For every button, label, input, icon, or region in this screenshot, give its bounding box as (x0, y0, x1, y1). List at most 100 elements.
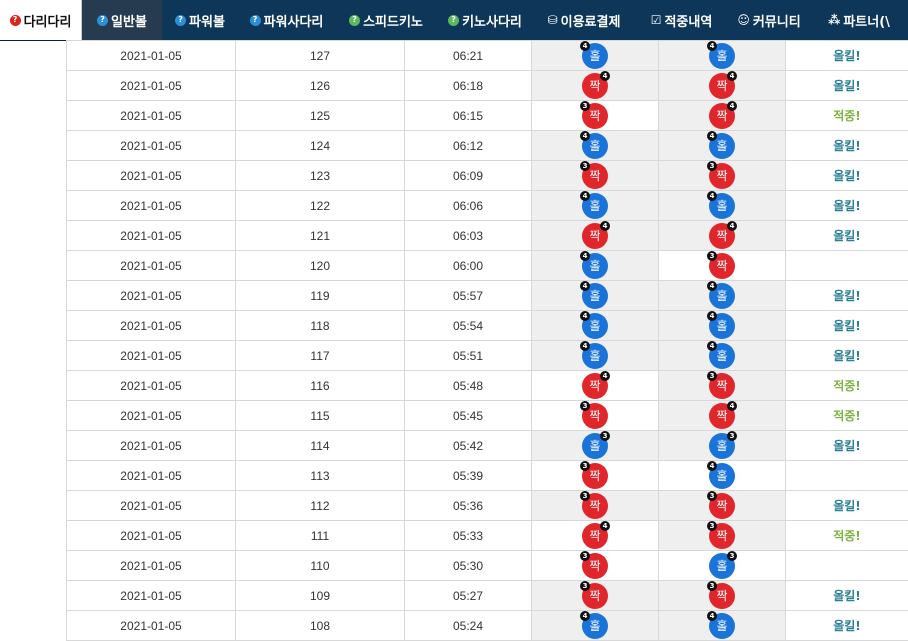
question-icon: ? (97, 15, 108, 26)
table-row: 2021-01-0512306:09짝3짝3올킬! (67, 161, 908, 191)
ball-label: 짝 (589, 469, 600, 483)
odd-ball-icon: 홀4 (582, 133, 608, 159)
line-count-badge: 4 (580, 251, 590, 261)
result-cell: 올킬! (786, 161, 908, 191)
round-cell: 127 (236, 41, 405, 71)
nav-tab-0[interactable]: ?다리다리 (0, 0, 82, 40)
result-label: 적중! (833, 529, 861, 543)
table-row: 2021-01-0512206:06홀4홀4올킬! (67, 191, 908, 221)
result-label: 올킬! (833, 619, 861, 633)
table-row: 2021-01-0511205:36짝3짝3올킬! (67, 491, 908, 521)
nav-tab-2[interactable]: ?파워볼 (162, 0, 238, 40)
nav-tab-7[interactable]: ☑적중내역 (635, 0, 728, 40)
ball-label: 홀 (716, 199, 727, 213)
even-ball-icon: 짝4 (709, 223, 735, 249)
ball-label: 짝 (716, 409, 727, 423)
ball-label: 짝 (589, 409, 600, 423)
even-ball-icon: 짝4 (582, 373, 608, 399)
date-cell: 2021-01-05 (67, 131, 236, 161)
line-count-badge: 4 (707, 281, 717, 291)
ball-label: 홀 (589, 349, 600, 363)
ball-label: 짝 (716, 589, 727, 603)
round-cell: 111 (236, 521, 405, 551)
nav-tab-9[interactable]: ⁂파트너(\ (810, 0, 908, 40)
time-cell: 06:18 (405, 71, 532, 101)
line-count-badge: 4 (707, 41, 717, 51)
time-cell: 05:51 (405, 341, 532, 371)
pick-cell-1: 홀4 (532, 311, 659, 341)
date-cell: 2021-01-05 (67, 581, 236, 611)
nav-tab-label: 파워볼 (189, 11, 225, 30)
pick-cell-1: 홀3 (532, 431, 659, 461)
nav-tab-label: 파트너(\ (843, 11, 890, 30)
odd-ball-icon: 홀4 (709, 613, 735, 639)
pick-cell-1: 짝3 (532, 161, 659, 191)
nav-tab-8[interactable]: ☺커뮤니티 (728, 0, 810, 40)
date-cell: 2021-01-05 (67, 311, 236, 341)
odd-ball-icon: 홀4 (582, 343, 608, 369)
time-cell: 05:27 (405, 581, 532, 611)
line-count-badge: 4 (707, 341, 717, 351)
result-label: 올킬! (833, 199, 861, 213)
time-cell: 06:09 (405, 161, 532, 191)
pick-cell-1: 짝3 (532, 491, 659, 521)
odd-ball-icon: 홀4 (709, 193, 735, 219)
round-cell: 110 (236, 551, 405, 581)
nav-tab-6[interactable]: ⛁이용료결제 (533, 0, 635, 40)
odd-ball-icon: 홀4 (582, 613, 608, 639)
date-cell: 2021-01-05 (67, 341, 236, 371)
ball-label: 짝 (716, 259, 727, 273)
pick-cell-2: 홀4 (659, 611, 786, 641)
line-count-badge: 4 (580, 131, 590, 141)
pick-cell-1: 짝3 (532, 101, 659, 131)
ball-label: 홀 (716, 349, 727, 363)
odd-ball-icon: 홀3 (709, 553, 735, 579)
ball-label: 홀 (589, 439, 600, 453)
question-icon: ? (10, 15, 21, 26)
date-cell: 2021-01-05 (67, 101, 236, 131)
ball-label: 짝 (589, 529, 600, 543)
results-table-body: 2021-01-0512706:21홀4홀4올킬!2021-01-0512606… (67, 41, 908, 641)
round-cell: 116 (236, 371, 405, 401)
ball-label: 짝 (716, 529, 727, 543)
line-count-badge: 3 (580, 491, 590, 501)
nav-tab-4[interactable]: ?스피드키노 (335, 0, 437, 40)
pick-cell-2: 짝4 (659, 71, 786, 101)
result-cell: 올킬! (786, 191, 908, 221)
even-ball-icon: 짝3 (709, 523, 735, 549)
pick-cell-2: 짝3 (659, 251, 786, 281)
pick-cell-1: 홀4 (532, 251, 659, 281)
line-count-badge: 3 (580, 101, 590, 111)
line-count-badge: 3 (580, 161, 590, 171)
pick-cell-1: 짝3 (532, 461, 659, 491)
even-ball-icon: 짝3 (582, 553, 608, 579)
pick-cell-2: 홀4 (659, 131, 786, 161)
result-label: 올킬! (833, 319, 861, 333)
time-cell: 05:36 (405, 491, 532, 521)
line-count-badge: 4 (600, 71, 610, 81)
pick-cell-2: 짝4 (659, 101, 786, 131)
nav-tab-3[interactable]: ?파워사다리 (238, 0, 335, 40)
table-row: 2021-01-0510805:24홀4홀4올킬! (67, 611, 908, 641)
nav-tab-5[interactable]: ?키노사다리 (437, 0, 533, 40)
line-count-badge: 4 (580, 191, 590, 201)
odd-ball-icon: 홀4 (709, 283, 735, 309)
nav-tab-1[interactable]: ?일반볼 (82, 0, 162, 40)
even-ball-icon: 짝3 (709, 373, 735, 399)
ball-label: 짝 (716, 229, 727, 243)
pick-cell-1: 홀4 (532, 41, 659, 71)
pick-cell-2: 짝3 (659, 371, 786, 401)
result-label: 적중! (833, 409, 861, 423)
table-row: 2021-01-0511805:54홀4홀4올킬! (67, 311, 908, 341)
date-cell: 2021-01-05 (67, 491, 236, 521)
line-count-badge: 3 (580, 461, 590, 471)
ball-label: 홀 (589, 199, 600, 213)
date-cell: 2021-01-05 (67, 551, 236, 581)
result-label: 올킬! (833, 499, 861, 513)
odd-ball-icon: 홀4 (709, 43, 735, 69)
line-count-badge: 3 (707, 581, 717, 591)
question-icon: ? (448, 15, 459, 26)
table-row: 2021-01-0511305:39짝3홀4 (67, 461, 908, 491)
pick-cell-1: 짝3 (532, 551, 659, 581)
result-cell: 적중! (786, 371, 908, 401)
